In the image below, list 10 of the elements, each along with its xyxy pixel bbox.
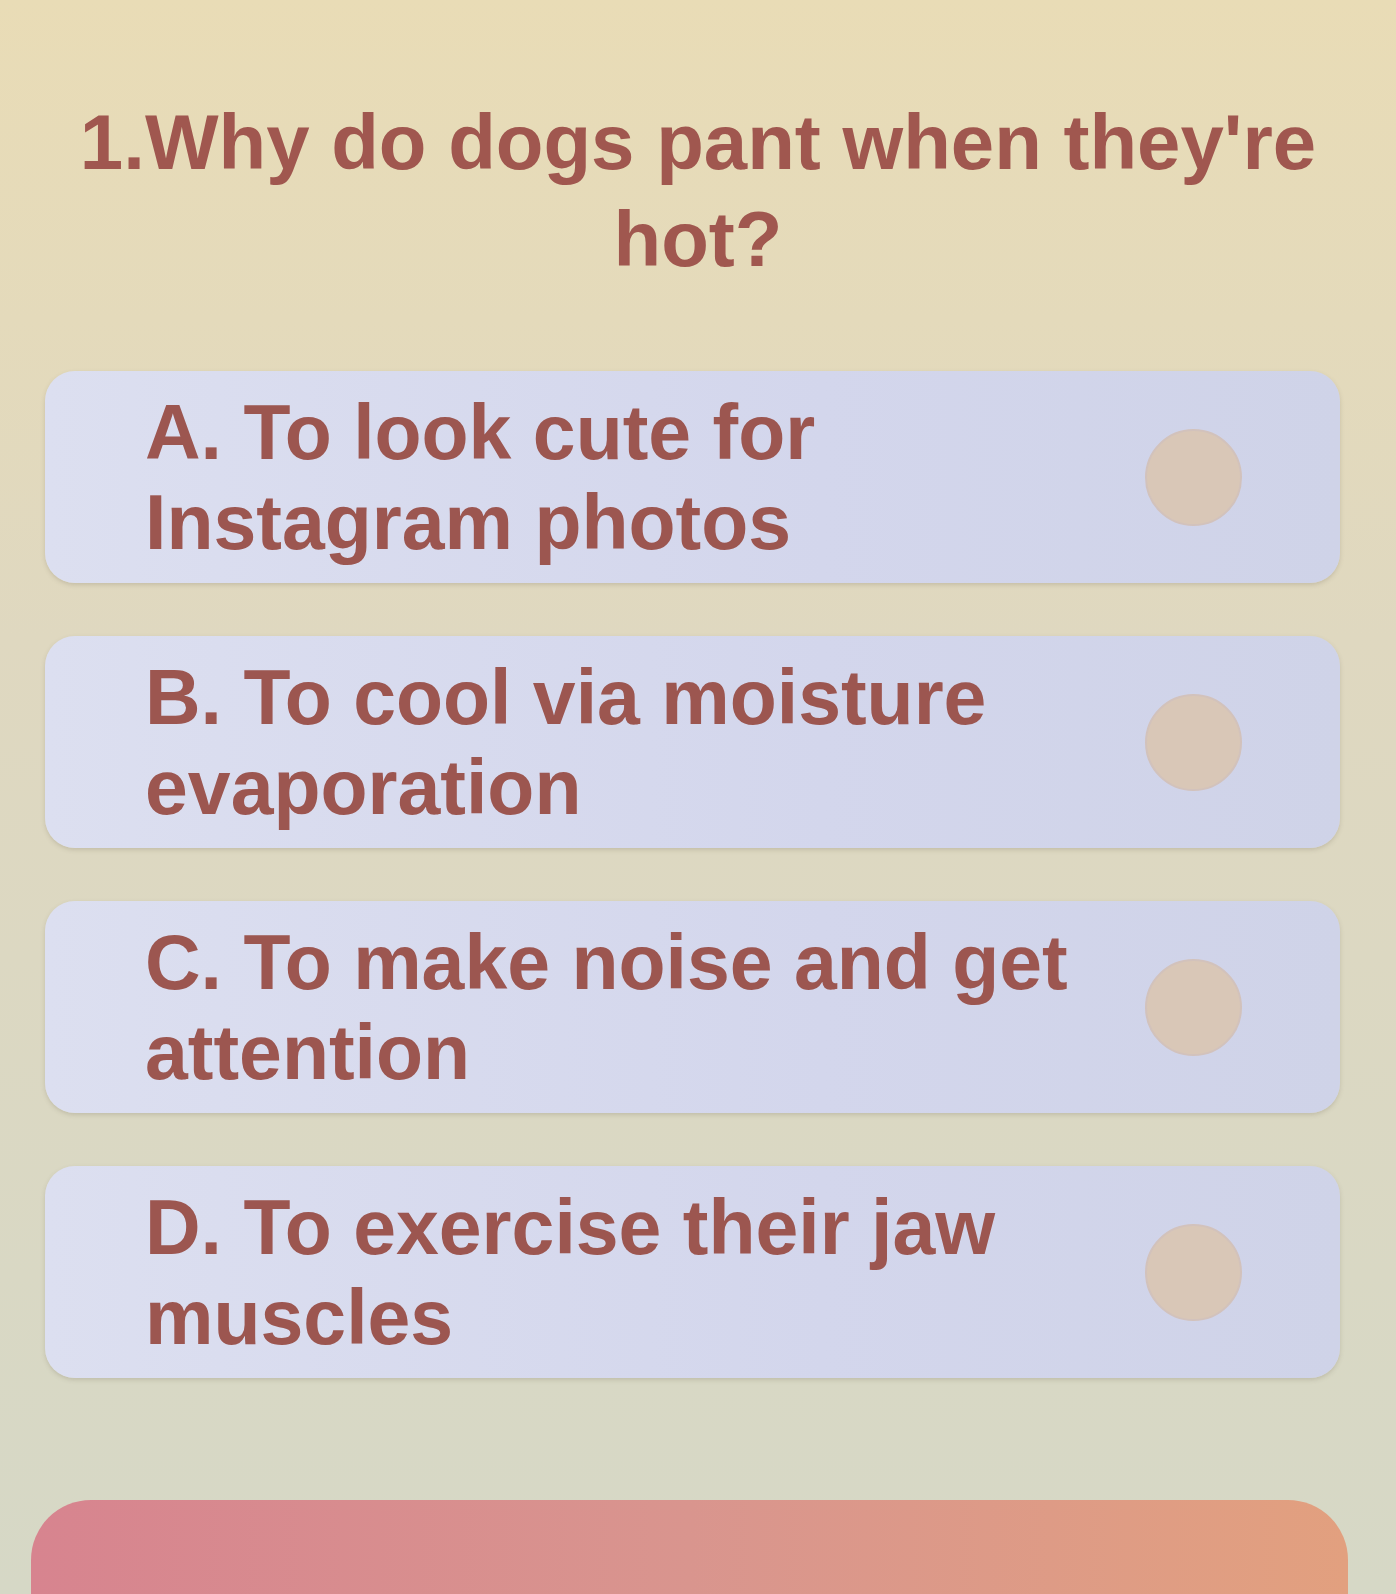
answer-option[interactable]: B. To cool via moisture evaporation xyxy=(45,636,1340,848)
answer-option[interactable]: A. To look cute for Instagram photos xyxy=(45,371,1340,583)
option-text: B. To cool via moisture evaporation xyxy=(145,653,988,832)
option-text: A. To look cute for Instagram photos xyxy=(145,388,817,567)
gradient-button[interactable] xyxy=(31,1500,1348,1594)
answer-option[interactable]: C. To make noise and get attention xyxy=(45,901,1340,1113)
answer-option[interactable]: D. To exercise their jaw muscles xyxy=(45,1166,1340,1378)
question-title: 1.Why do dogs pant when they're hot? xyxy=(78,97,1318,285)
option-text: C. To make noise and get attention xyxy=(145,918,1069,1097)
option-text: D. To exercise their jaw muscles xyxy=(145,1183,997,1362)
